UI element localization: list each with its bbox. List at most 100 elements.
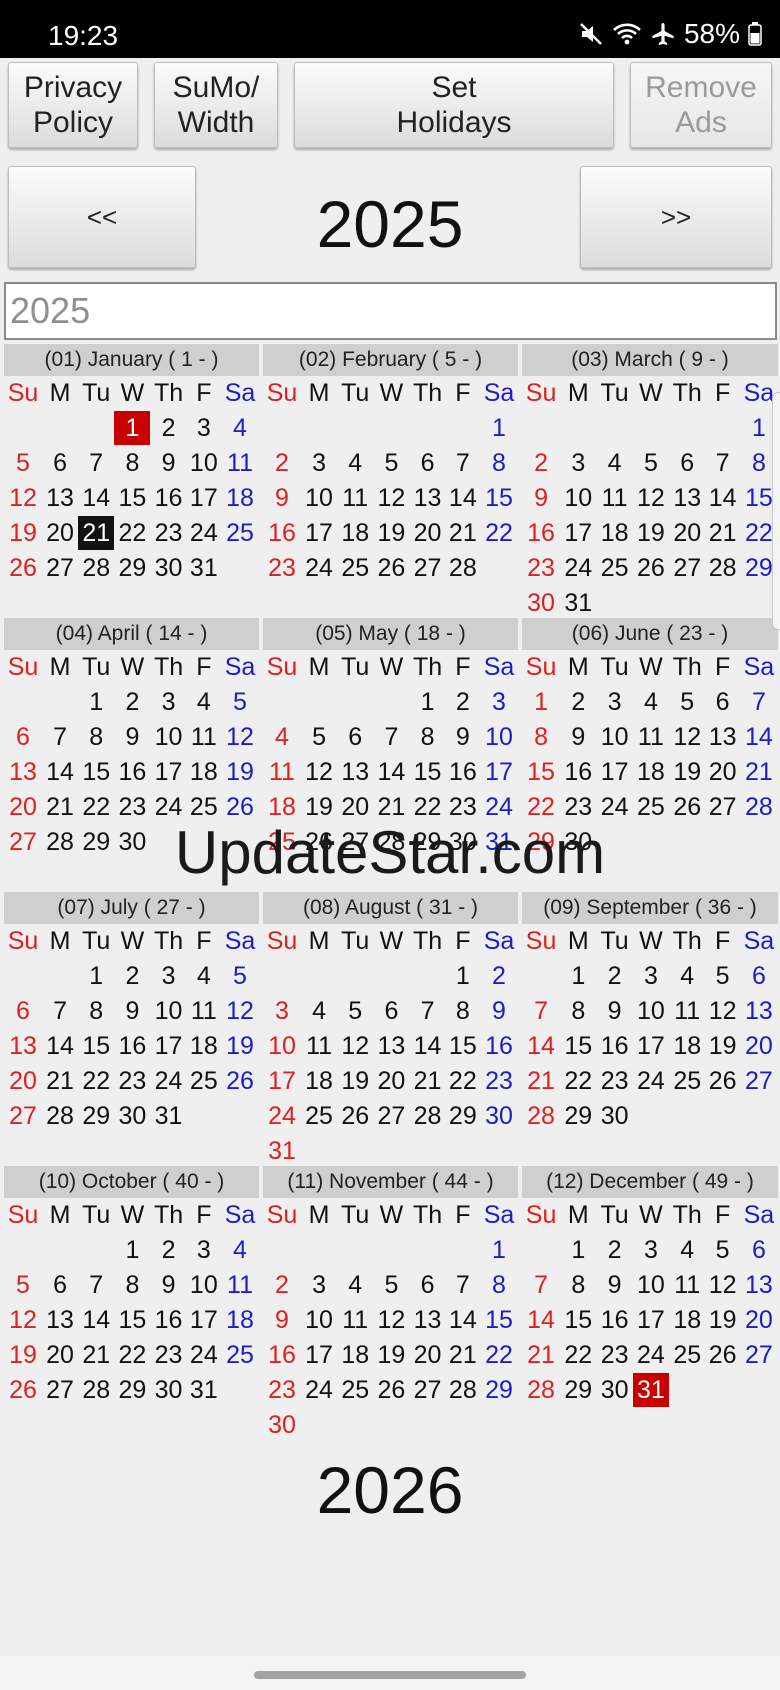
day-cell[interactable]: 9 (114, 994, 150, 1028)
day-cell[interactable]: 26 (633, 551, 669, 585)
day-cell[interactable]: 29 (522, 825, 560, 859)
day-cell[interactable]: 22 (114, 1338, 150, 1372)
day-cell[interactable]: 2 (560, 685, 596, 719)
day-cell[interactable]: 14 (373, 755, 409, 789)
day-cell[interactable]: 3 (263, 994, 301, 1028)
day-cell[interactable]: 9 (596, 994, 632, 1028)
day-cell[interactable]: 23 (560, 790, 596, 824)
day-cell[interactable]: 1 (446, 959, 480, 993)
day-cell[interactable]: 11 (337, 481, 373, 515)
day-cell[interactable]: 10 (301, 481, 337, 515)
day-cell[interactable]: 28 (740, 790, 778, 824)
day-cell[interactable]: 13 (705, 720, 739, 754)
day-cell[interactable]: 3 (560, 446, 596, 480)
day-cell[interactable]: 23 (114, 790, 150, 824)
day-cell[interactable]: 31 (187, 551, 221, 585)
day-cell[interactable]: 23 (114, 1064, 150, 1098)
day-cell[interactable]: 24 (633, 1064, 669, 1098)
day-cell[interactable]: 11 (633, 720, 669, 754)
day-cell[interactable]: 22 (480, 1338, 518, 1372)
day-cell[interactable]: 2 (263, 1268, 301, 1302)
day-cell[interactable]: 26 (373, 1373, 409, 1407)
day-cell[interactable]: 15 (522, 755, 560, 789)
day-cell[interactable]: 19 (4, 1338, 42, 1372)
day-cell[interactable]: 12 (337, 1029, 373, 1063)
day-cell[interactable]: 15 (78, 755, 114, 789)
year-input[interactable] (4, 282, 777, 340)
month-header[interactable]: (02) February ( 5 - ) (263, 344, 518, 376)
day-cell[interactable]: 19 (337, 1064, 373, 1098)
day-cell[interactable]: 27 (409, 1373, 445, 1407)
day-cell[interactable]: 6 (42, 1268, 78, 1302)
day-cell[interactable]: 26 (4, 551, 42, 585)
day-cell[interactable]: 15 (560, 1029, 596, 1063)
day-cell[interactable]: 20 (409, 516, 445, 550)
day-cell[interactable]: 30 (596, 1373, 632, 1407)
set-holidays-button[interactable]: Set Holidays (294, 62, 614, 148)
day-cell[interactable]: 5 (705, 959, 739, 993)
month-header[interactable]: (03) March ( 9 - ) (522, 344, 778, 376)
day-cell[interactable]: 30 (522, 586, 560, 620)
day-cell[interactable]: 4 (669, 959, 705, 993)
day-cell[interactable]: 5 (373, 1268, 409, 1302)
day-cell[interactable]: 23 (480, 1064, 518, 1098)
day-cell[interactable]: 1 (522, 685, 560, 719)
day-cell[interactable]: 15 (446, 1029, 480, 1063)
month-header[interactable]: (04) April ( 14 - ) (4, 618, 259, 650)
day-cell[interactable]: 5 (221, 685, 259, 719)
day-cell[interactable]: 12 (705, 994, 739, 1028)
day-cell[interactable]: 3 (596, 685, 632, 719)
day-cell[interactable]: 17 (187, 481, 221, 515)
day-cell[interactable]: 1 (114, 1233, 150, 1267)
day-cell[interactable]: 25 (187, 790, 221, 824)
month-header[interactable]: (10) October ( 40 - ) (4, 1166, 259, 1198)
day-cell[interactable]: 1 (480, 411, 518, 445)
day-cell[interactable]: 14 (740, 720, 778, 754)
day-cell[interactable]: 1 (78, 685, 114, 719)
day-cell[interactable]: 7 (373, 720, 409, 754)
day-cell[interactable]: 15 (480, 481, 518, 515)
day-cell[interactable]: 19 (221, 755, 259, 789)
day-cell[interactable]: 20 (669, 516, 705, 550)
day-cell[interactable]: 3 (301, 446, 337, 480)
day-cell[interactable]: 12 (221, 720, 259, 754)
day-cell[interactable]: 10 (480, 720, 518, 754)
day-cell[interactable]: 16 (522, 516, 560, 550)
day-cell[interactable]: 15 (114, 1303, 150, 1337)
day-cell[interactable]: 11 (187, 720, 221, 754)
day-cell[interactable]: 22 (446, 1064, 480, 1098)
day-cell[interactable]: 14 (78, 481, 114, 515)
day-cell[interactable]: 6 (4, 994, 42, 1028)
day-cell[interactable]: 19 (633, 516, 669, 550)
day-cell[interactable]: 18 (263, 790, 301, 824)
day-cell[interactable]: 16 (150, 481, 186, 515)
day-cell[interactable]: 28 (446, 1373, 480, 1407)
day-cell[interactable]: 18 (187, 1029, 221, 1063)
day-cell[interactable]: 21 (522, 1064, 560, 1098)
day-cell[interactable]: 23 (596, 1064, 632, 1098)
day-cell[interactable]: 12 (4, 481, 42, 515)
day-cell[interactable]: 2 (114, 685, 150, 719)
day-cell[interactable]: 20 (4, 1064, 42, 1098)
day-cell[interactable]: 11 (337, 1303, 373, 1337)
day-cell[interactable]: 9 (150, 1268, 186, 1302)
day-cell[interactable]: 15 (480, 1303, 518, 1337)
day-cell[interactable]: 8 (114, 1268, 150, 1302)
day-cell[interactable]: 15 (409, 755, 445, 789)
day-cell[interactable]: 21 (522, 1338, 560, 1372)
day-cell[interactable]: 7 (705, 446, 739, 480)
day-cell[interactable]: 21 (446, 1338, 480, 1372)
day-cell[interactable]: 29 (78, 1099, 114, 1133)
day-cell[interactable]: 23 (150, 1338, 186, 1372)
day-cell[interactable]: 21 (42, 1064, 78, 1098)
day-cell[interactable]: 2 (263, 446, 301, 480)
day-cell[interactable]: 14 (446, 1303, 480, 1337)
day-cell[interactable]: 17 (596, 755, 632, 789)
day-cell[interactable]: 5 (669, 685, 705, 719)
day-cell[interactable]: 29 (409, 825, 445, 859)
day-cell[interactable]: 2 (150, 411, 186, 445)
day-cell[interactable]: 31 (480, 825, 518, 859)
day-cell[interactable]: 12 (4, 1303, 42, 1337)
day-cell[interactable]: 9 (114, 720, 150, 754)
day-cell[interactable]: 14 (522, 1029, 560, 1063)
